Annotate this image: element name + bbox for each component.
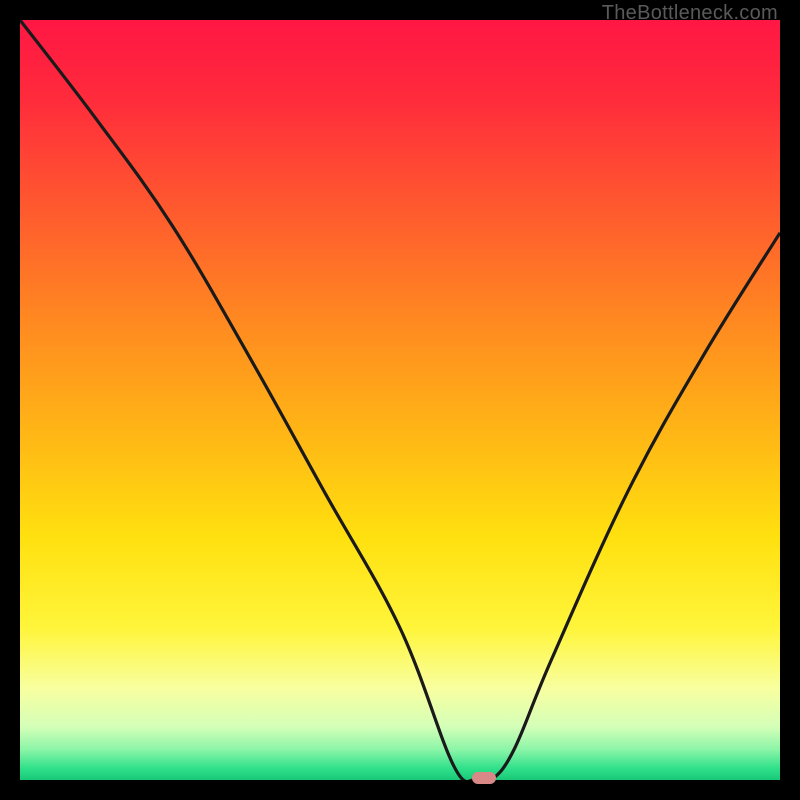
chart-frame: TheBottleneck.com: [0, 0, 800, 800]
optimal-marker: [472, 772, 496, 784]
gradient-background: [20, 20, 780, 780]
plot-area: [20, 20, 780, 780]
watermark-text: TheBottleneck.com: [602, 2, 778, 25]
